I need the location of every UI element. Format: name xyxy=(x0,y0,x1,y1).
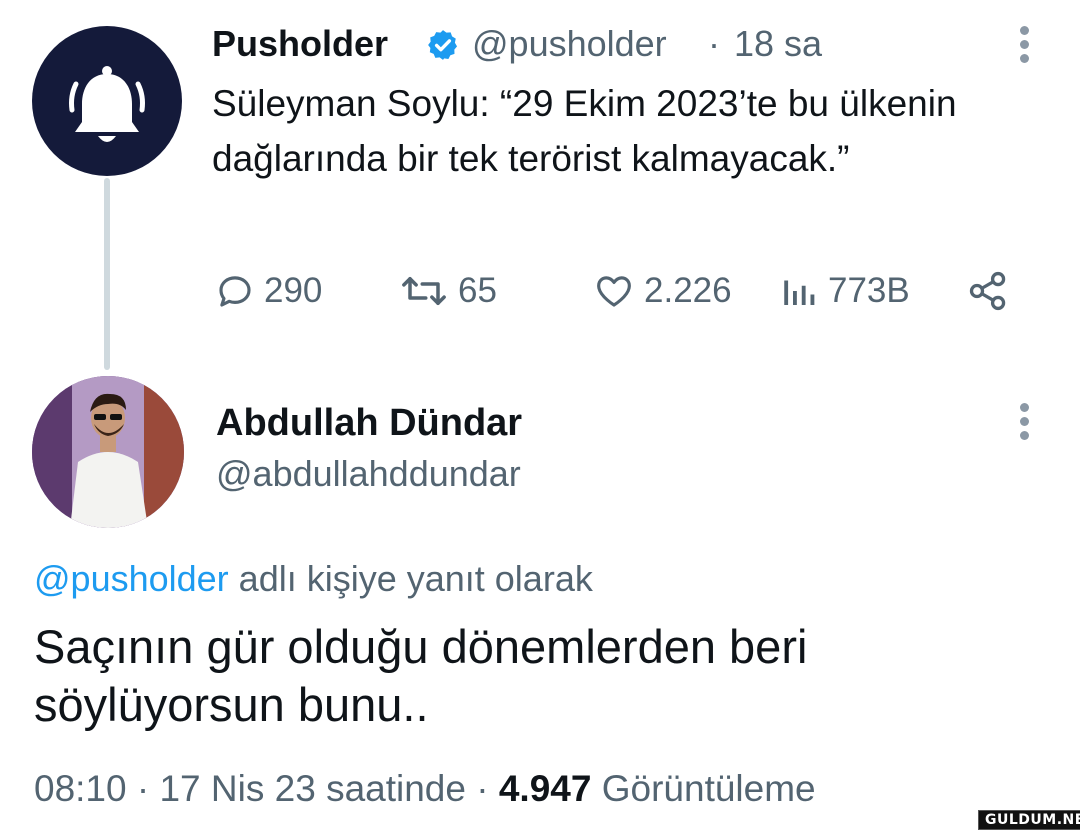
views-count: 4.947 xyxy=(498,768,592,809)
author-name[interactable]: Abdullah Dündar xyxy=(216,400,522,446)
retweet-icon xyxy=(402,277,446,305)
like-count: 2.226 xyxy=(644,271,732,310)
views-chart-icon xyxy=(784,280,815,305)
heart-icon xyxy=(597,276,631,307)
tweet-text: Saçının gür olduğu dönemlerden beri söyl… xyxy=(34,620,808,731)
verified-badge-icon xyxy=(428,30,458,60)
views-label: Görüntüleme xyxy=(601,768,816,809)
retweet-button[interactable]: 65 xyxy=(398,266,497,316)
bell-icon xyxy=(69,66,145,142)
timestamp[interactable]: 18 sa xyxy=(734,22,822,66)
share-button[interactable] xyxy=(966,266,1018,316)
reply-button[interactable]: 290 xyxy=(214,266,322,316)
views-count: 773B xyxy=(828,271,910,310)
author-name[interactable]: Pusholder xyxy=(212,22,388,66)
replying-to: @pusholder adlı kişiye yanıt olarak xyxy=(34,557,593,601)
reply-suffix: adlı kişiye yanıt olarak xyxy=(228,558,593,599)
profile-photo xyxy=(32,376,184,528)
tweet-time[interactable]: 08:10 xyxy=(34,768,127,809)
author-handle[interactable]: @pusholder xyxy=(472,22,667,66)
tweet-meta: 08:10 · 17 Nis 23 saatinde · 4.947 Görün… xyxy=(34,768,816,809)
reply-count: 290 xyxy=(264,271,323,310)
avatar-photo[interactable] xyxy=(32,376,184,528)
retweet-count: 65 xyxy=(458,271,497,310)
thread-line xyxy=(104,178,110,370)
more-options-icon[interactable] xyxy=(1017,26,1031,66)
views-button[interactable]: 773B xyxy=(780,266,910,316)
reply-icon xyxy=(219,276,251,307)
tweet-date[interactable]: 17 Nis 23 saatinde xyxy=(159,768,465,809)
watermark: GULDUM.NET xyxy=(978,810,1080,830)
tweet-text: Süleyman Soylu: “29 Ekim 2023’te bu ülke… xyxy=(212,83,957,179)
like-button[interactable]: 2.226 xyxy=(592,266,732,316)
share-icon xyxy=(969,271,1006,311)
avatar[interactable] xyxy=(32,26,182,176)
more-options-icon[interactable] xyxy=(1017,403,1031,443)
separator-dot: · xyxy=(708,23,720,64)
reply-mention-link[interactable]: @pusholder xyxy=(34,558,229,599)
author-handle[interactable]: @abdullahddundar xyxy=(216,452,521,496)
